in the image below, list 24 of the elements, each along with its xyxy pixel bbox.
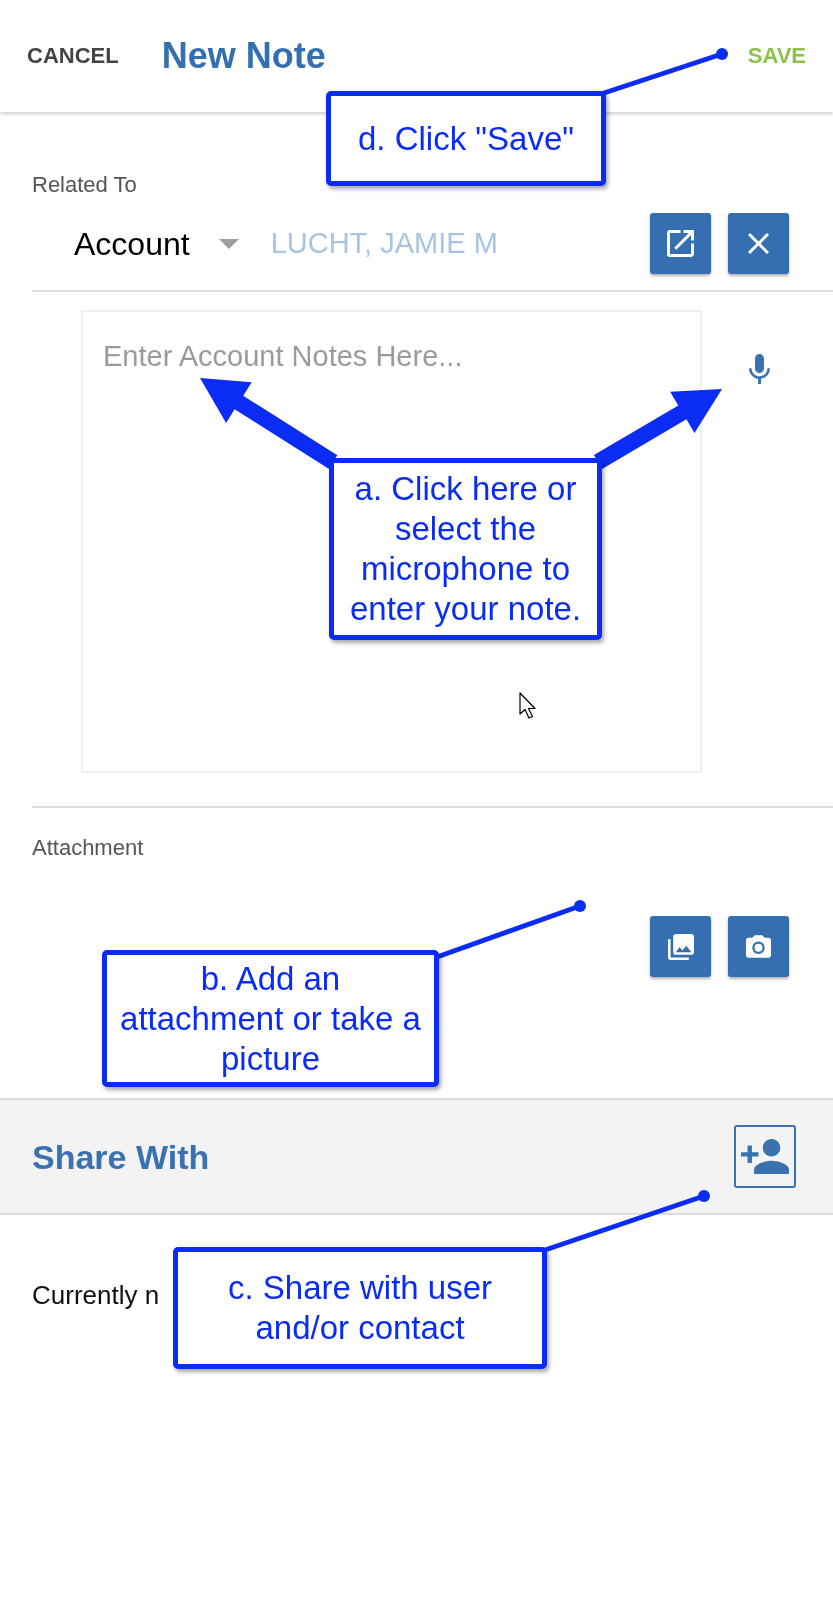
microphone-icon[interactable] [749,354,770,384]
open-record-button[interactable] [650,213,711,274]
external-link-icon [667,230,694,257]
field-label: Related To [32,171,137,199]
cancel-button[interactable]: CANCEL [27,45,119,67]
callout-box: c. Share with user and/or contact [173,1247,547,1369]
add-person-icon [741,1139,789,1174]
field-label: Attachment [32,834,144,862]
close-icon [748,233,769,254]
callout-box: b. Add an attachment or take a picture [102,950,439,1087]
section-title: Share With [32,1139,210,1174]
camera-icon [746,935,771,958]
gallery-button[interactable] [650,916,711,977]
callout-box: a. Click here or select the microphone to enter your note. [329,458,602,640]
sharing-status-text: Currently n [32,1279,160,1311]
callout-box: d. Click "Save" [326,91,606,186]
add-person-button[interactable] [734,1125,796,1188]
caret-icon [218,238,239,249]
images-icon [667,933,694,960]
screen-title: New Note [161,38,326,74]
record-type-dropdown[interactable]: Account [74,227,239,260]
camera-button[interactable] [728,916,789,977]
mouse-pointer-icon [519,692,537,719]
clear-button[interactable] [728,213,789,274]
